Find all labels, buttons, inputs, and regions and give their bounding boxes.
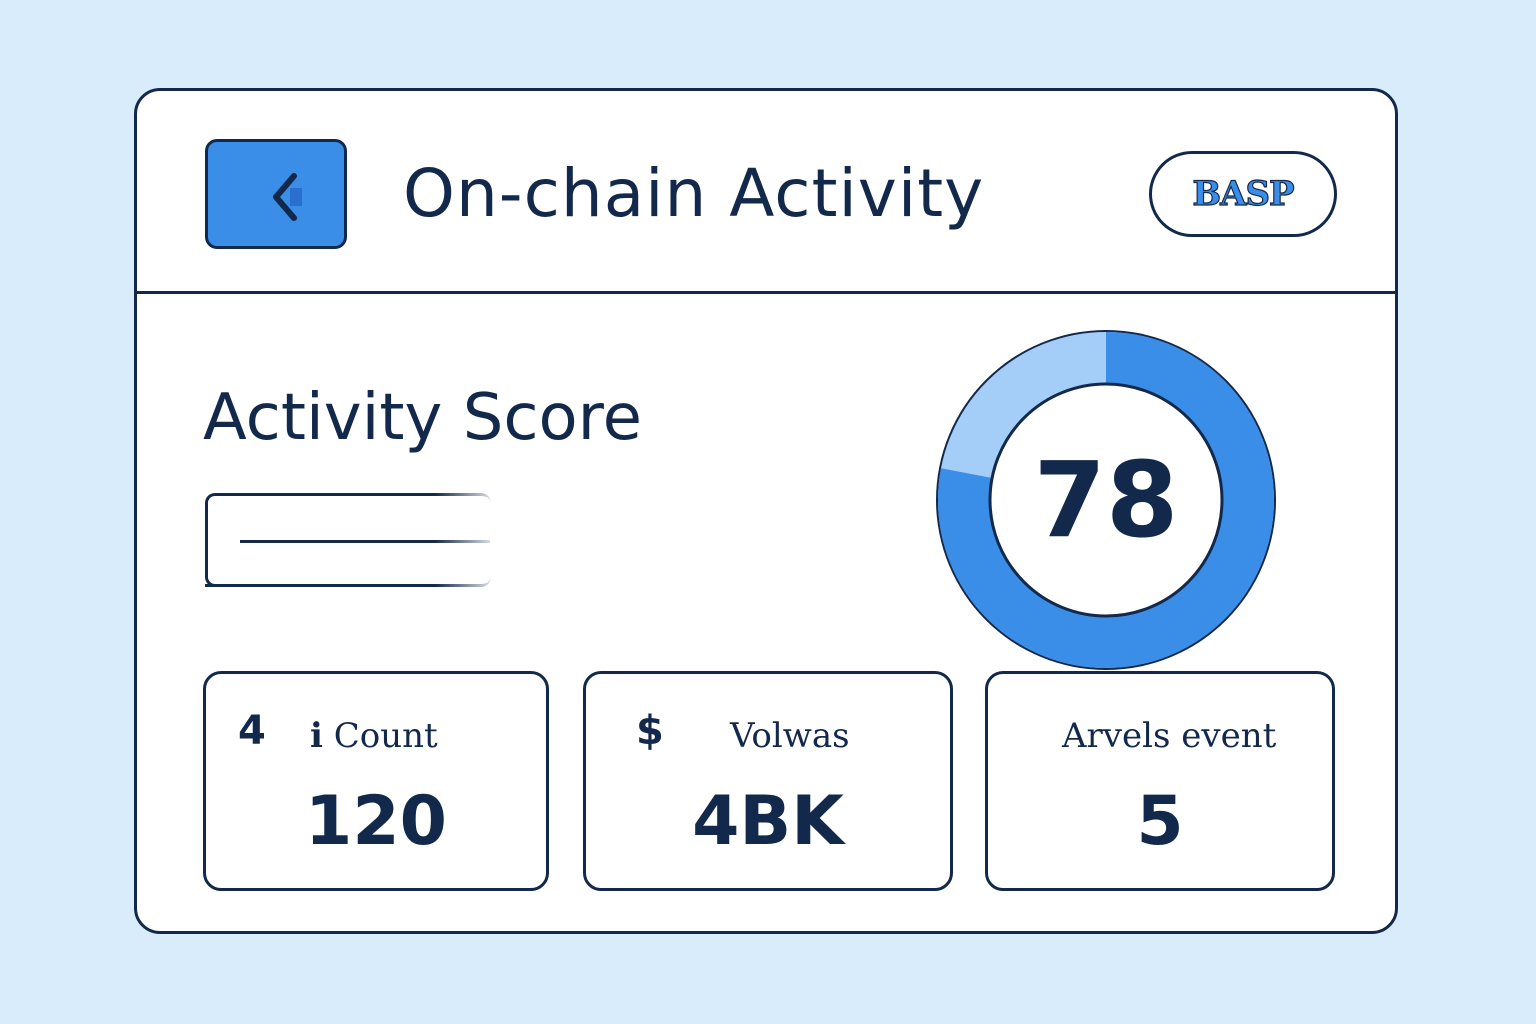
header-divider — [137, 291, 1395, 294]
stat-label: ℹ Count — [310, 716, 438, 756]
network-badge[interactable]: BASP — [1149, 151, 1337, 237]
field-fade — [435, 492, 495, 592]
page-title: On-chain Activity — [403, 155, 985, 232]
activity-score-value: 78 — [1033, 439, 1179, 561]
activity-card: On-chain Activity BASP Activity Score 78… — [134, 88, 1398, 934]
stat-card-count: 4 ℹ Count 120 — [203, 671, 549, 891]
activity-score-title: Activity Score — [203, 381, 642, 455]
activity-score-gauge: 78 — [933, 327, 1279, 673]
stat-label: Volwas — [730, 716, 850, 756]
stat-card-volume: $ Volwas 4BK — [583, 671, 953, 891]
score-details-field — [205, 492, 495, 592]
stat-value: 120 — [305, 782, 447, 861]
chevron-left-icon — [273, 173, 302, 221]
placeholder-line — [205, 584, 461, 587]
stat-icon: 4 — [238, 708, 266, 754]
back-button[interactable] — [205, 139, 347, 249]
stat-value: 5 — [1136, 782, 1184, 861]
stat-value: 4BK — [692, 782, 844, 861]
stat-label: Arvels event — [1062, 716, 1277, 756]
dollar-icon: $ — [636, 708, 664, 754]
stat-card-events: Arvels event 5 — [985, 671, 1335, 891]
